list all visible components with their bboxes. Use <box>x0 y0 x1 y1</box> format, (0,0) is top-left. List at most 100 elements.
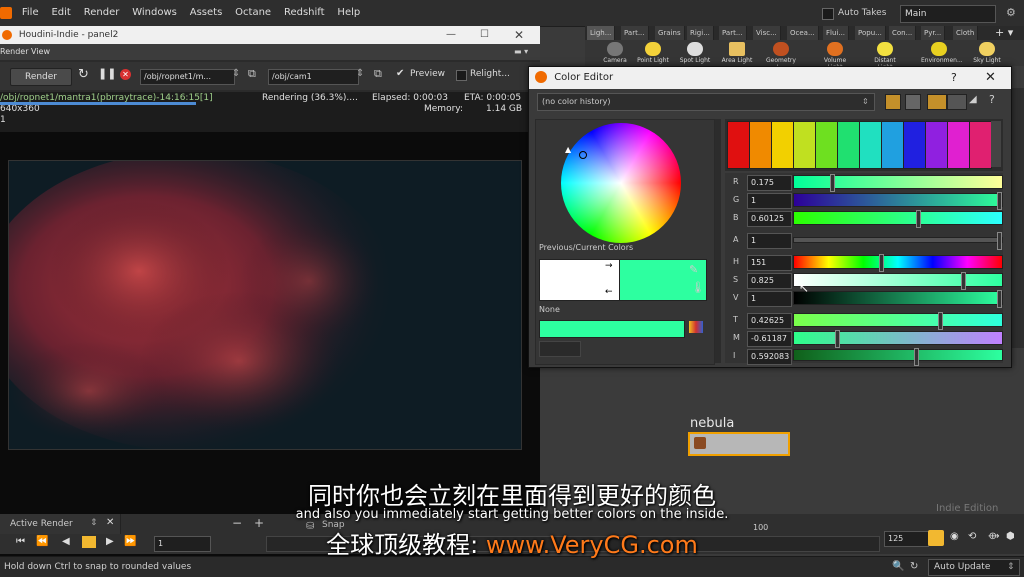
menu-windows[interactable]: Windows <box>127 0 182 26</box>
temperature-slider-handle[interactable] <box>938 312 944 330</box>
pause-icon[interactable]: ❚❚ <box>98 67 116 80</box>
value-slider-handle[interactable] <box>997 290 1002 308</box>
desktop-select[interactable]: Main <box>900 5 996 23</box>
auto-update-select[interactable]: Auto Update ⇕ <box>928 559 1020 576</box>
menu-file[interactable]: File <box>17 0 44 26</box>
maximize-icon[interactable]: ☐ <box>480 26 489 44</box>
palette-swatch[interactable] <box>727 121 750 169</box>
magenta-value-field[interactable]: -0.61187 <box>747 331 792 347</box>
menu-help[interactable]: Help <box>332 0 365 26</box>
menu-redshift[interactable]: Redshift <box>279 0 330 26</box>
render-button[interactable]: Render <box>10 68 72 86</box>
nebula-node[interactable] <box>688 432 790 456</box>
blue-value-field[interactable]: 0.60125 <box>747 211 792 227</box>
palette-swatch[interactable] <box>837 121 860 169</box>
camera-spinner-icon[interactable]: ⇕ <box>356 68 364 79</box>
tab-menu-icon[interactable]: ▬ ▾ <box>514 44 528 60</box>
close-icon[interactable]: ✕ <box>985 67 996 89</box>
camera-path-field[interactable]: /obj/cam1 <box>268 69 359 85</box>
shelf-tab-containers[interactable]: Con... <box>889 26 917 40</box>
shelf-tab-lights[interactable]: Ligh... <box>587 26 616 40</box>
shelf-tool-camera[interactable]: Camera <box>597 42 633 64</box>
red-slider-handle[interactable] <box>829 174 835 192</box>
auto-takes-checkbox[interactable] <box>822 8 834 20</box>
palette-swatch[interactable] <box>815 121 838 169</box>
shelf-tool-sky-light[interactable]: Sky Light <box>969 42 1005 64</box>
intensity-value-field[interactable]: 0.592083 <box>747 349 792 365</box>
temperature-slider[interactable] <box>793 312 1003 330</box>
alpha-slider-handle[interactable] <box>997 232 1002 250</box>
add-shelf-icon[interactable]: + ▾ <box>995 26 1013 39</box>
shelf-tab-oceans[interactable]: Ocea... <box>787 26 819 40</box>
stop-icon[interactable]: ✕ <box>120 69 131 80</box>
slider-mode-icon[interactable] <box>927 94 947 110</box>
menu-edit[interactable]: Edit <box>46 0 75 26</box>
shelf-tab-particle-fluids[interactable]: Part... <box>719 26 747 40</box>
red-value-field[interactable]: 0.175 <box>747 175 792 191</box>
slider-layout-icon[interactable] <box>947 94 967 110</box>
palette-swatch[interactable] <box>859 121 882 169</box>
close-icon[interactable]: ✕ <box>514 26 524 44</box>
relight-checkbox[interactable] <box>456 70 467 81</box>
tab-render-view[interactable]: Render View <box>0 47 50 56</box>
value-slider[interactable] <box>793 290 1003 308</box>
rop-spinner-icon[interactable]: ⇕ <box>232 68 240 79</box>
color-history-select[interactable]: (no color history) ⇕ <box>537 93 875 111</box>
shelf-tab-fluids[interactable]: Flui... <box>823 26 850 40</box>
shelf-tab-cloth[interactable]: Cloth <box>953 26 979 40</box>
shelf-tab-populate[interactable]: Popu... <box>855 26 886 40</box>
palette-grid-icon[interactable] <box>885 94 901 110</box>
shelf-tool-spot-light[interactable]: Spot Light <box>677 42 713 64</box>
magenta-slider-handle[interactable] <box>834 330 840 348</box>
wheel-picker-handle[interactable] <box>579 151 587 159</box>
preview-check-icon[interactable]: ✔ <box>396 68 404 79</box>
shelf-tab-rigid[interactable]: Rigi... <box>687 26 714 40</box>
shelf-tab-particles[interactable]: Part... <box>621 26 649 40</box>
value-value-field[interactable]: 1 <box>747 291 792 307</box>
alpha-value-field[interactable]: 1 <box>747 233 792 249</box>
saturation-value-field[interactable]: 0.825 <box>747 273 792 289</box>
magenta-slider[interactable] <box>793 330 1003 348</box>
eyedropper-icon[interactable]: ✎ <box>689 263 698 276</box>
rop-path-field[interactable]: /obj/ropnet1/m... <box>140 69 235 85</box>
help-icon[interactable]: ? <box>951 67 957 89</box>
alpha-slider[interactable] <box>793 232 1003 250</box>
caret-down-icon[interactable]: ◢ <box>969 94 977 105</box>
temperature-icon[interactable]: 🌡 <box>691 281 705 294</box>
rop-jump-icon[interactable]: ⧉ <box>248 67 256 81</box>
shelf-tab-pyro[interactable]: Pyr... <box>921 26 946 40</box>
menu-assets[interactable]: Assets <box>185 0 228 26</box>
palette-scrollbar[interactable] <box>991 121 1001 167</box>
red-slider[interactable] <box>793 174 1003 192</box>
hue-slider-handle[interactable] <box>879 254 885 272</box>
green-slider-handle[interactable] <box>997 192 1002 210</box>
palette-swatch[interactable] <box>947 121 970 169</box>
shelf-tool-area-light[interactable]: Area Light <box>719 42 755 64</box>
green-slider[interactable] <box>793 192 1003 210</box>
shelf-tool-point-light[interactable]: Point Light <box>635 42 671 64</box>
shelf-tab-grains[interactable]: Grains <box>655 26 685 40</box>
hue-slider[interactable] <box>793 254 1003 272</box>
minimize-icon[interactable]: — <box>446 26 456 44</box>
color-swatch-bar[interactable] <box>539 320 685 338</box>
shelf-tool-environment-light[interactable]: Environmen... <box>921 42 963 64</box>
palette-icon[interactable] <box>689 321 703 333</box>
menu-octane[interactable]: Octane <box>230 0 276 26</box>
palette-swatch[interactable] <box>969 121 992 169</box>
saturation-slider[interactable] <box>793 272 1003 290</box>
camera-jump-icon[interactable]: ⧉ <box>374 67 382 81</box>
palette-swatch[interactable] <box>749 121 772 169</box>
help-icon[interactable]: ? <box>989 93 995 106</box>
gear-icon[interactable]: ⚙ <box>1006 6 1016 19</box>
menu-render[interactable]: Render <box>79 0 125 26</box>
shelf-tab-viscous[interactable]: Visc... <box>753 26 781 40</box>
refresh-icon[interactable]: ↻ <box>910 557 918 577</box>
intensity-slider-handle[interactable] <box>913 348 919 366</box>
palette-swatch[interactable] <box>903 121 926 169</box>
saturation-slider-handle[interactable] <box>961 272 967 290</box>
color-wheel[interactable] <box>561 123 681 243</box>
hue-value-field[interactable]: 151 <box>747 255 792 271</box>
rerender-icon[interactable]: ↻ <box>78 67 89 82</box>
green-value-field[interactable]: 1 <box>747 193 792 209</box>
intensity-slider[interactable] <box>793 348 1003 366</box>
